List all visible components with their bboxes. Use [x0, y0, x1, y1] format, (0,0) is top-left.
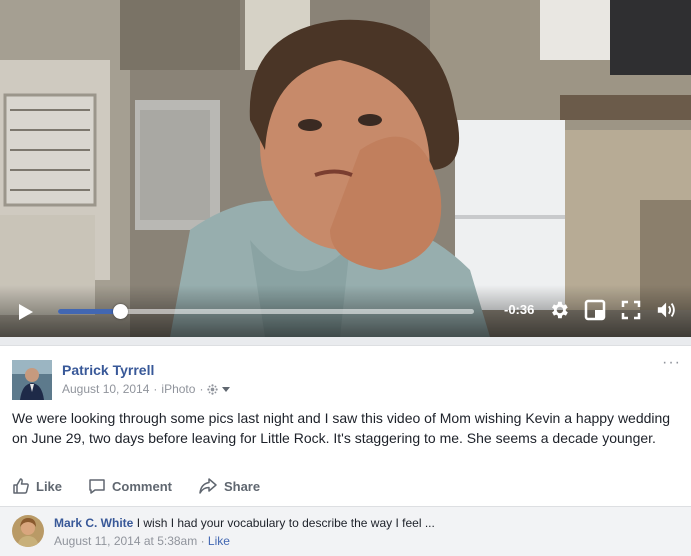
post-author-name[interactable]: Patrick Tyrrell [62, 362, 154, 378]
commenter-name[interactable]: Mark C. White [54, 516, 133, 530]
post-text: We were looking through some pics last n… [12, 410, 671, 446]
comment-meta: August 11, 2014 at 5:38am · Like [54, 534, 230, 548]
post-meta: August 10, 2014 · iPhoto · [62, 382, 231, 396]
share-button[interactable]: Share [198, 477, 260, 495]
post-card: Patrick Tyrrell August 10, 2014 · iPhoto… [0, 345, 691, 556]
comment-text: I wish I had your vocabulary to describe… [136, 516, 435, 530]
play-icon[interactable] [16, 302, 36, 322]
video-progress-handle[interactable] [113, 304, 129, 319]
comment-like-link[interactable]: Like [208, 534, 230, 548]
settings-gear-icon[interactable] [548, 299, 570, 321]
commenter-avatar[interactable] [12, 515, 44, 547]
like-button[interactable]: Like [12, 477, 62, 495]
comment-icon [89, 479, 105, 494]
post-options-button[interactable]: ··· [662, 355, 681, 371]
author-avatar[interactable] [12, 360, 52, 400]
post-app-source[interactable]: iPhoto [161, 382, 195, 396]
meta-separator-2: · [199, 382, 204, 396]
thumbs-up-icon [13, 478, 29, 494]
volume-icon[interactable] [656, 299, 678, 321]
post-actions: Like Comment Share [12, 476, 286, 496]
time-remaining: -0:36 [504, 302, 535, 317]
post-date[interactable]: August 10, 2014 [62, 382, 149, 396]
comment-meta-separator: · [200, 534, 205, 548]
share-arrow-icon [199, 478, 217, 494]
comment-date[interactable]: August 11, 2014 at 5:38am [54, 534, 197, 548]
fullscreen-icon[interactable] [620, 299, 642, 321]
commenter-avatar-image [12, 515, 44, 547]
share-label: Share [223, 478, 261, 494]
comment-body: Mark C. White I wish I had your vocabula… [54, 516, 435, 530]
video-controls-bar: -0:36 [0, 285, 691, 337]
audience-dropdown-icon[interactable] [221, 384, 231, 394]
video-progress-fill [58, 309, 121, 314]
meta-separator: · [153, 382, 158, 396]
author-avatar-image [12, 360, 52, 400]
comment-label: Comment [112, 478, 172, 494]
like-label: Like [36, 478, 63, 494]
comments-section: Mark C. White I wish I had your vocabula… [0, 506, 691, 556]
theater-mode-icon[interactable] [584, 299, 606, 321]
comment-button[interactable]: Comment [88, 477, 172, 495]
privacy-custom-icon[interactable] [207, 383, 219, 395]
video-progress-bar[interactable] [58, 304, 474, 319]
video-player[interactable]: -0:36 [0, 0, 691, 337]
